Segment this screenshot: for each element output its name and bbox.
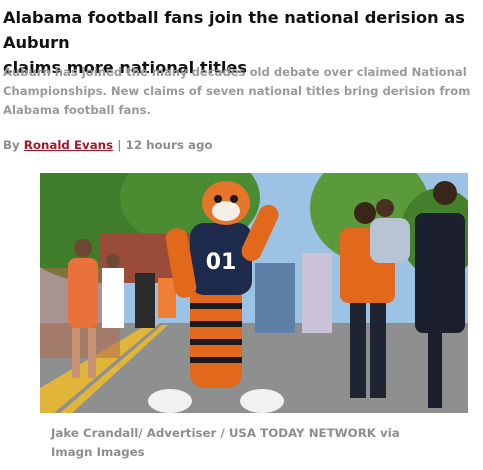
photo-illustration: 01 [40, 173, 468, 413]
dek-line-1: Auburn has joined the many decades old d… [3, 65, 467, 79]
article-photo: 01 [40, 173, 468, 413]
byline-prefix: By [3, 138, 20, 152]
author-link[interactable]: Ronald Evans [24, 138, 113, 152]
caption-line-2: Imagn Images [51, 445, 145, 459]
headline-line-1: Alabama football fans join the national … [3, 8, 465, 52]
article-dek: Auburn has joined the many decades old d… [3, 63, 483, 120]
photo-caption: Jake Crandall/ Advertiser / USA TODAY NE… [51, 424, 471, 462]
jersey-number: 01 [206, 250, 237, 275]
caption-line-1: Jake Crandall/ Advertiser / USA TODAY NE… [51, 426, 400, 440]
byline-separator: | [117, 138, 122, 152]
dek-line-3: Alabama football fans. [3, 103, 151, 117]
dek-line-2: Championships. New claims of seven natio… [3, 84, 471, 98]
timestamp: 12 hours ago [125, 138, 213, 152]
byline: By Ronald Evans | 12 hours ago [3, 138, 213, 152]
